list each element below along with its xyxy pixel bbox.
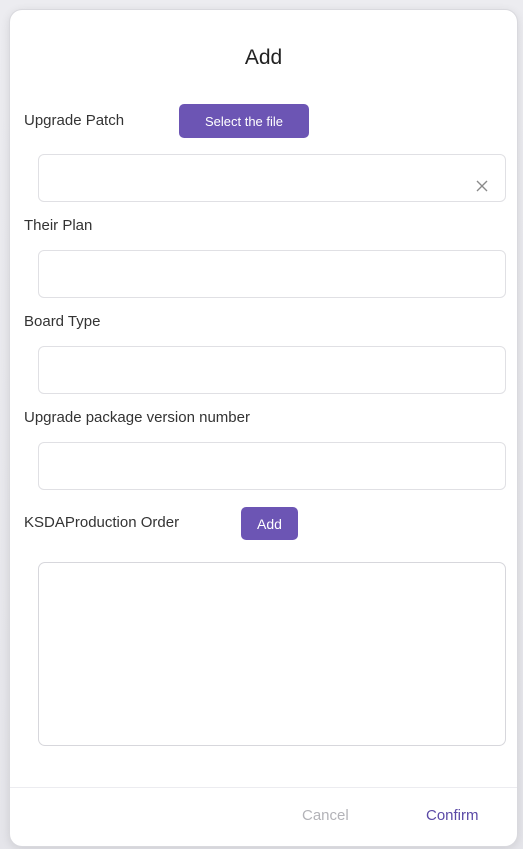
version-number-field[interactable] <box>38 442 506 490</box>
footer-divider <box>10 787 517 788</box>
select-file-button[interactable]: Select the file <box>179 104 309 138</box>
their-plan-label: Their Plan <box>24 217 93 234</box>
upgrade-patch-field[interactable] <box>38 154 506 202</box>
close-icon[interactable] <box>473 177 491 195</box>
their-plan-field[interactable] <box>38 250 506 298</box>
dialog-title: Add <box>244 46 283 69</box>
upgrade-patch-label: Upgrade Patch <box>24 112 125 129</box>
board-type-label: Board Type <box>24 313 101 330</box>
board-type-field[interactable] <box>38 346 506 394</box>
production-order-label: KSDAProduction Order <box>24 514 180 531</box>
production-order-textarea[interactable] <box>38 562 506 746</box>
cancel-button[interactable]: Cancel <box>302 807 349 824</box>
close-icon-glyph <box>476 180 488 192</box>
confirm-button[interactable]: Confirm <box>426 807 479 824</box>
version-number-label: Upgrade package version number <box>24 409 250 426</box>
add-production-order-button[interactable]: Add <box>241 507 298 540</box>
add-dialog: Add Upgrade Patch Select the file Their … <box>10 10 517 846</box>
